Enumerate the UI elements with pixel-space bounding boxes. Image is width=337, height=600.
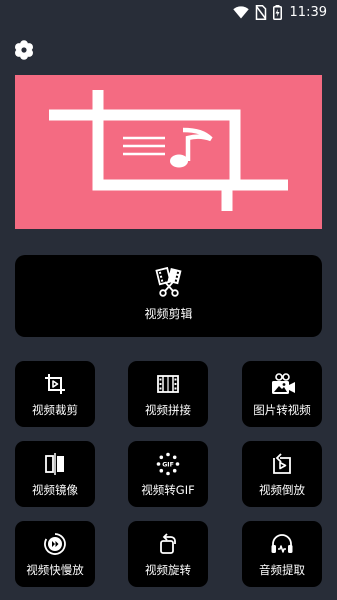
film-strip-icon: [156, 372, 180, 396]
video-merge-button[interactable]: 视频拼接: [128, 361, 208, 427]
tile-label: 视频裁剪: [32, 403, 78, 417]
status-time: 11:39: [289, 4, 327, 20]
image-to-video-button[interactable]: 图片转视频: [242, 361, 322, 427]
headphones-icon: [270, 532, 294, 556]
video-rotate-button[interactable]: 视频旋转: [128, 521, 208, 587]
video-speed-button[interactable]: 视频快慢放: [15, 521, 95, 587]
no-sim-icon: [255, 4, 267, 20]
video-crop-button[interactable]: 视频裁剪: [15, 361, 95, 427]
battery-icon: [272, 4, 282, 20]
tile-label: 视频镜像: [32, 483, 78, 497]
tile-label: 图片转视频: [253, 403, 311, 417]
video-edit-card[interactable]: 视频剪辑: [15, 255, 322, 337]
tile-label: 音频提取: [259, 563, 305, 577]
reverse-play-icon: [270, 452, 294, 476]
video-reverse-button[interactable]: 视频倒放: [242, 441, 322, 507]
rotate-icon: [156, 532, 180, 556]
status-icons: 11:39: [232, 3, 327, 21]
wifi-icon: [232, 5, 249, 19]
crop-music-icon: [15, 75, 322, 229]
film-scissors-icon: [154, 267, 184, 297]
image-camera-icon: [270, 372, 295, 396]
video-edit-label: 视频剪辑: [144, 307, 193, 321]
svg-text:GIF: GIF: [162, 461, 174, 468]
fast-forward-icon: [43, 532, 67, 556]
tile-label: 视频倒放: [259, 483, 305, 497]
crop-play-icon: [43, 372, 67, 396]
status-bar: 11:39: [0, 0, 337, 24]
tile-label: 视频快慢放: [26, 563, 84, 577]
audio-extract-button[interactable]: 音频提取: [242, 521, 322, 587]
video-mirror-button[interactable]: 视频镜像: [15, 441, 95, 507]
banner[interactable]: [15, 75, 322, 229]
mirror-icon: [43, 452, 67, 476]
video-to-gif-button[interactable]: GIF 视频转GIF: [128, 441, 208, 507]
tile-label: 视频拼接: [145, 403, 191, 417]
gear-icon: [14, 40, 34, 60]
tile-label: 视频转GIF: [141, 483, 195, 497]
settings-button[interactable]: [14, 40, 34, 60]
tile-label: 视频旋转: [145, 563, 191, 577]
gif-icon: GIF: [156, 452, 180, 476]
